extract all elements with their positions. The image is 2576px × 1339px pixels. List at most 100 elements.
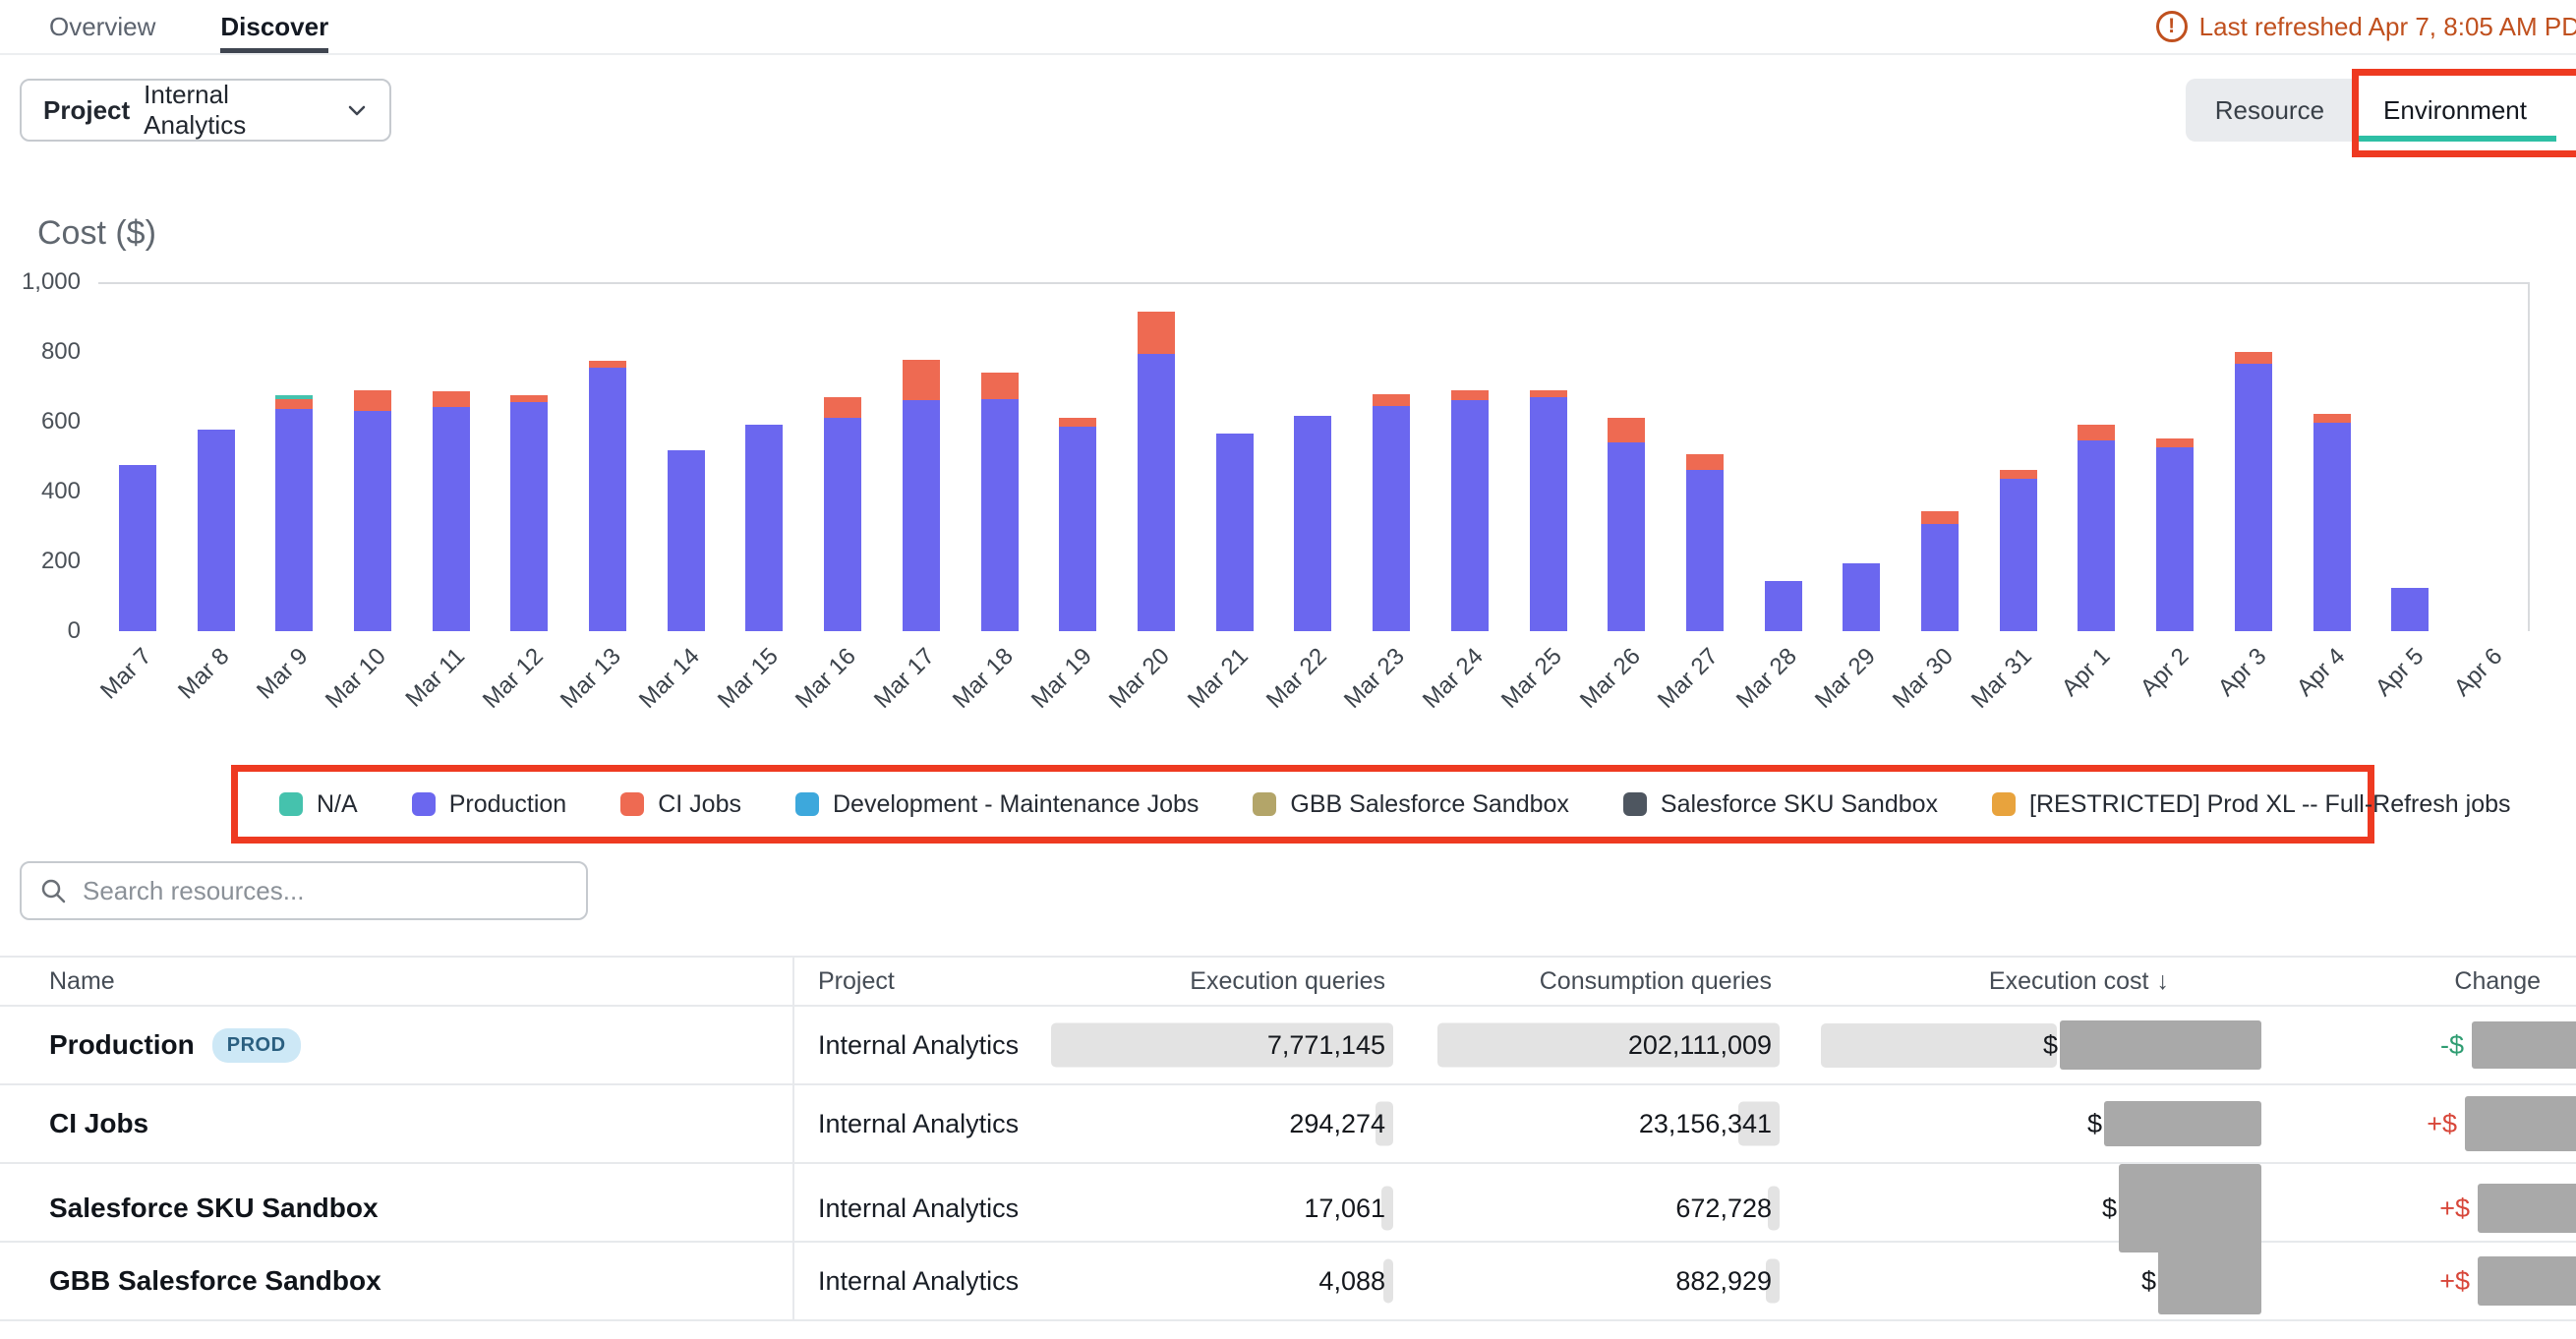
bar-group[interactable]: Mar 31 — [1979, 284, 2058, 631]
column-header-execution-queries[interactable]: Execution queries — [1087, 967, 1393, 996]
bar-segment-production[interactable] — [2235, 364, 2272, 631]
tab-discover[interactable]: Discover — [220, 0, 328, 53]
bar-segment-production[interactable] — [1451, 400, 1489, 631]
bar-segment-production[interactable] — [903, 400, 940, 631]
bar-segment-production[interactable] — [2313, 423, 2351, 631]
bar-segment-ci-jobs[interactable] — [824, 397, 861, 418]
resource-name[interactable]: GBB Salesforce Sandbox — [49, 1265, 381, 1297]
bar-segment-production[interactable] — [2078, 440, 2115, 631]
legend-item[interactable]: Production — [412, 790, 567, 819]
bar-segment-production[interactable] — [1843, 563, 1880, 631]
bar-group[interactable]: Mar 30 — [1901, 284, 1979, 631]
bar-group[interactable]: Mar 20 — [1117, 284, 1196, 631]
bar-group[interactable]: Mar 15 — [726, 284, 804, 631]
table-row[interactable]: GBB Salesforce SandboxInternal Analytics… — [0, 1243, 2576, 1321]
bar-segment-production[interactable] — [1608, 442, 1645, 631]
bar-segment-production[interactable] — [119, 465, 156, 631]
bar-group[interactable]: Mar 28 — [1744, 284, 1823, 631]
bar-group[interactable]: Mar 12 — [491, 284, 569, 631]
bar-segment-ci-jobs[interactable] — [1451, 390, 1489, 400]
bar-segment-ci-jobs[interactable] — [2235, 352, 2272, 364]
bar-segment-production[interactable] — [1294, 416, 1331, 631]
bar-group[interactable]: Mar 14 — [647, 284, 726, 631]
bar-segment-production[interactable] — [2000, 479, 2037, 631]
column-header-consumption-queries[interactable]: Consumption queries — [1393, 967, 1780, 996]
bar-segment-production[interactable] — [668, 450, 705, 631]
bar-segment-ci-jobs[interactable] — [2078, 425, 2115, 440]
bar-group[interactable]: Mar 17 — [882, 284, 961, 631]
bar-segment-production[interactable] — [275, 409, 313, 631]
legend-item[interactable]: N/A — [279, 790, 358, 819]
bar-group[interactable]: Mar 26 — [1587, 284, 1666, 631]
bar-group[interactable]: Mar 7 — [98, 284, 177, 631]
search-input[interactable] — [83, 876, 568, 906]
bar-group[interactable]: Mar 21 — [1196, 284, 1274, 631]
bar-segment-ci-jobs[interactable] — [1686, 454, 1724, 470]
tab-overview[interactable]: Overview — [49, 0, 155, 53]
resource-name[interactable]: Salesforce SKU Sandbox — [49, 1193, 379, 1224]
project-filter-dropdown[interactable]: Project Internal Analytics — [20, 79, 391, 142]
legend-item[interactable]: [RESTRICTED] Prod XL -- Full-Refresh job… — [1992, 790, 2510, 819]
bar-segment-production[interactable] — [589, 368, 626, 631]
bar-group[interactable]: Apr 6 — [2449, 284, 2528, 631]
bar-segment-production[interactable] — [510, 402, 548, 631]
bar-segment-production[interactable] — [745, 425, 783, 631]
bar-group[interactable]: Mar 19 — [1038, 284, 1117, 631]
bar-segment-ci-jobs[interactable] — [433, 391, 470, 407]
bar-segment-ci-jobs[interactable] — [1138, 312, 1175, 353]
bar-segment-ci-jobs[interactable] — [1059, 418, 1096, 426]
bar-group[interactable]: Mar 25 — [1509, 284, 1588, 631]
bar-group[interactable]: Mar 27 — [1666, 284, 1744, 631]
bar-segment-ci-jobs[interactable] — [1530, 390, 1567, 397]
bar-group[interactable]: Apr 1 — [2058, 284, 2137, 631]
bar-segment-production[interactable] — [354, 411, 391, 631]
table-row[interactable]: Salesforce SKU SandboxInternal Analytics… — [0, 1164, 2576, 1243]
group-by-resource-button[interactable]: Resource — [2186, 79, 2354, 142]
bar-group[interactable]: Mar 23 — [1352, 284, 1431, 631]
sort-descending-icon[interactable]: ↓ — [2157, 967, 2170, 996]
bar-group[interactable]: Mar 29 — [1822, 284, 1901, 631]
bar-segment-ci-jobs[interactable] — [1608, 418, 1645, 442]
bar-segment-production[interactable] — [2391, 588, 2429, 631]
legend-item[interactable]: CI Jobs — [620, 790, 741, 819]
bar-group[interactable]: Mar 9 — [255, 284, 333, 631]
bar-segment-ci-jobs[interactable] — [2156, 438, 2194, 447]
bar-segment-production[interactable] — [1765, 581, 1802, 631]
bar-segment-production[interactable] — [198, 430, 235, 631]
bar-segment-ci-jobs[interactable] — [903, 360, 940, 401]
bar-group[interactable]: Mar 24 — [1431, 284, 1509, 631]
bar-segment-production[interactable] — [824, 418, 861, 631]
bar-group[interactable]: Mar 13 — [568, 284, 647, 631]
legend-item[interactable]: Development - Maintenance Jobs — [795, 790, 1199, 819]
column-header-execution-cost[interactable]: Execution cost ↓ — [1780, 967, 2261, 996]
bar-segment-production[interactable] — [1686, 470, 1724, 631]
column-header-name[interactable]: Name — [0, 967, 792, 996]
bar-segment-production[interactable] — [1216, 434, 1254, 631]
bar-segment-ci-jobs[interactable] — [275, 399, 313, 410]
bar-segment-production[interactable] — [1059, 427, 1096, 631]
bar-group[interactable]: Mar 11 — [412, 284, 491, 631]
bar-segment-production[interactable] — [1921, 524, 1959, 631]
column-header-project[interactable]: Project — [792, 958, 1087, 1005]
table-row[interactable]: CI JobsInternal Analytics294,27423,156,3… — [0, 1085, 2576, 1164]
bar-segment-production[interactable] — [1138, 354, 1175, 631]
bar-segment-production[interactable] — [1373, 406, 1410, 631]
search-box[interactable] — [20, 861, 588, 920]
bar-group[interactable]: Apr 2 — [2136, 284, 2214, 631]
bar-group[interactable]: Mar 16 — [803, 284, 882, 631]
bar-segment-ci-jobs[interactable] — [2000, 470, 2037, 479]
bar-group[interactable]: Apr 4 — [2293, 284, 2371, 631]
bar-segment-ci-jobs[interactable] — [2313, 414, 2351, 423]
bar-group[interactable]: Mar 8 — [177, 284, 256, 631]
bar-segment-production[interactable] — [2156, 447, 2194, 631]
table-row[interactable]: ProductionPRODInternal Analytics7,771,14… — [0, 1007, 2576, 1085]
legend-item[interactable]: GBB Salesforce Sandbox — [1253, 790, 1569, 819]
bar-segment-ci-jobs[interactable] — [1921, 511, 1959, 523]
bar-group[interactable]: Mar 10 — [333, 284, 412, 631]
bar-segment-ci-jobs[interactable] — [1373, 394, 1410, 406]
column-header-change[interactable]: Change — [2261, 967, 2576, 996]
bar-segment-production[interactable] — [1530, 397, 1567, 631]
bar-group[interactable]: Mar 18 — [961, 284, 1039, 631]
bar-segment-production[interactable] — [433, 407, 470, 631]
bar-segment-ci-jobs[interactable] — [981, 373, 1019, 398]
